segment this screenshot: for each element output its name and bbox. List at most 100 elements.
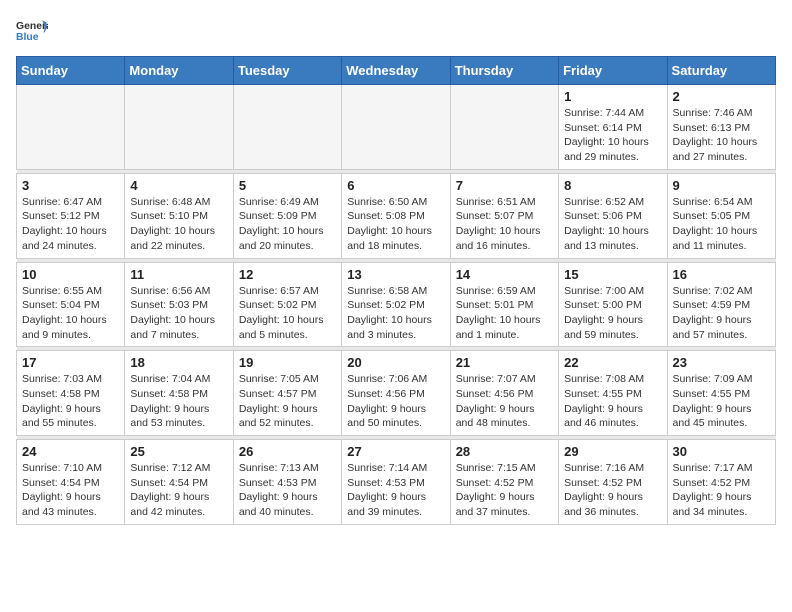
calendar-cell: 2 Sunrise: 7:46 AM Sunset: 6:13 PM Daylig… [667, 85, 775, 170]
day-info: Sunrise: 6:51 AM Sunset: 5:07 PM Dayligh… [456, 195, 553, 254]
calendar-cell: 1 Sunrise: 7:44 AM Sunset: 6:14 PM Daylig… [559, 85, 667, 170]
weekday-header-monday: Monday [125, 57, 233, 85]
calendar-cell: 8Sunrise: 6:52 AM Sunset: 5:06 PM Daylig… [559, 173, 667, 258]
day-info: Sunrise: 6:57 AM Sunset: 5:02 PM Dayligh… [239, 284, 336, 343]
day-number: 27 [347, 444, 444, 459]
calendar-cell: 13 Sunrise: 6:58 AM Sunset: 5:02 PM Dayli… [342, 262, 450, 347]
calendar-cell: 14Sunrise: 6:59 AM Sunset: 5:01 PM Dayli… [450, 262, 558, 347]
day-number: 29 [564, 444, 661, 459]
calendar-cell: 30Sunrise: 7:17 AM Sunset: 4:52 PM Dayli… [667, 440, 775, 525]
day-info: Sunrise: 7:00 AM Sunset: 5:00 PM Dayligh… [564, 284, 661, 343]
day-info: Sunrise: 7:05 AM Sunset: 4:57 PM Dayligh… [239, 372, 336, 431]
calendar-cell: 16 Sunrise: 7:02 AM Sunset: 4:59 PM Dayli… [667, 262, 775, 347]
day-info: Sunrise: 7:13 AM Sunset: 4:53 PM Dayligh… [239, 461, 336, 520]
day-info: Sunrise: 6:54 AM Sunset: 5:05 PM Dayligh… [673, 195, 770, 254]
day-info: Sunrise: 7:15 AM Sunset: 4:52 PM Dayligh… [456, 461, 553, 520]
calendar-cell: 24 Sunrise: 7:10 AM Sunset: 4:54 PM Dayli… [17, 440, 125, 525]
day-number: 16 [673, 267, 770, 282]
day-info: Sunrise: 7:04 AM Sunset: 4:58 PM Dayligh… [130, 372, 227, 431]
calendar-cell: 29 Sunrise: 7:16 AM Sunset: 4:52 PM Dayli… [559, 440, 667, 525]
day-info: Sunrise: 6:58 AM Sunset: 5:02 PM Dayligh… [347, 284, 444, 343]
calendar-cell [342, 85, 450, 170]
logo: General Blue [16, 16, 52, 48]
weekday-header-sunday: Sunday [17, 57, 125, 85]
day-number: 2 [673, 89, 770, 104]
day-number: 23 [673, 355, 770, 370]
day-number: 10 [22, 267, 119, 282]
day-info: Sunrise: 7:46 AM Sunset: 6:13 PM Dayligh… [673, 106, 770, 165]
calendar-cell: 22 Sunrise: 7:08 AM Sunset: 4:55 PM Dayli… [559, 351, 667, 436]
day-info: Sunrise: 7:09 AM Sunset: 4:55 PM Dayligh… [673, 372, 770, 431]
day-info: Sunrise: 7:07 AM Sunset: 4:56 PM Dayligh… [456, 372, 553, 431]
weekday-header-saturday: Saturday [667, 57, 775, 85]
weekday-header-wednesday: Wednesday [342, 57, 450, 85]
day-info: Sunrise: 7:02 AM Sunset: 4:59 PM Dayligh… [673, 284, 770, 343]
day-number: 21 [456, 355, 553, 370]
calendar-cell [233, 85, 341, 170]
calendar-cell: 4Sunrise: 6:48 AM Sunset: 5:10 PM Daylig… [125, 173, 233, 258]
day-info: Sunrise: 6:59 AM Sunset: 5:01 PM Dayligh… [456, 284, 553, 343]
svg-text:General: General [16, 21, 48, 32]
calendar-cell: 17 Sunrise: 7:03 AM Sunset: 4:58 PM Dayli… [17, 351, 125, 436]
calendar-cell: 27 Sunrise: 7:14 AM Sunset: 4:53 PM Dayli… [342, 440, 450, 525]
day-info: Sunrise: 7:03 AM Sunset: 4:58 PM Dayligh… [22, 372, 119, 431]
calendar-cell: 10 Sunrise: 6:55 AM Sunset: 5:04 PM Dayli… [17, 262, 125, 347]
day-number: 22 [564, 355, 661, 370]
calendar-cell: 19 Sunrise: 7:05 AM Sunset: 4:57 PM Dayli… [233, 351, 341, 436]
day-number: 26 [239, 444, 336, 459]
day-number: 24 [22, 444, 119, 459]
day-info: Sunrise: 7:08 AM Sunset: 4:55 PM Dayligh… [564, 372, 661, 431]
day-number: 7 [456, 178, 553, 193]
calendar-week-row: 17 Sunrise: 7:03 AM Sunset: 4:58 PM Dayli… [17, 351, 776, 436]
day-number: 5 [239, 178, 336, 193]
calendar-cell: 26 Sunrise: 7:13 AM Sunset: 4:53 PM Dayli… [233, 440, 341, 525]
day-number: 8 [564, 178, 661, 193]
calendar-cell: 5 Sunrise: 6:49 AM Sunset: 5:09 PM Daylig… [233, 173, 341, 258]
day-number: 6 [347, 178, 444, 193]
calendar-cell: 9 Sunrise: 6:54 AM Sunset: 5:05 PM Daylig… [667, 173, 775, 258]
logo-icon: General Blue [16, 16, 48, 48]
day-number: 11 [130, 267, 227, 282]
calendar-cell [125, 85, 233, 170]
calendar-cell [17, 85, 125, 170]
calendar-cell: 7 Sunrise: 6:51 AM Sunset: 5:07 PM Daylig… [450, 173, 558, 258]
day-info: Sunrise: 6:56 AM Sunset: 5:03 PM Dayligh… [130, 284, 227, 343]
day-info: Sunrise: 7:06 AM Sunset: 4:56 PM Dayligh… [347, 372, 444, 431]
weekday-header-row: SundayMondayTuesdayWednesdayThursdayFrid… [17, 57, 776, 85]
day-info: Sunrise: 7:14 AM Sunset: 4:53 PM Dayligh… [347, 461, 444, 520]
day-info: Sunrise: 7:16 AM Sunset: 4:52 PM Dayligh… [564, 461, 661, 520]
day-number: 19 [239, 355, 336, 370]
calendar-cell: 15 Sunrise: 7:00 AM Sunset: 5:00 PM Dayli… [559, 262, 667, 347]
weekday-header-tuesday: Tuesday [233, 57, 341, 85]
calendar-cell: 18 Sunrise: 7:04 AM Sunset: 4:58 PM Dayli… [125, 351, 233, 436]
weekday-header-thursday: Thursday [450, 57, 558, 85]
day-info: Sunrise: 6:47 AM Sunset: 5:12 PM Dayligh… [22, 195, 119, 254]
weekday-header-friday: Friday [559, 57, 667, 85]
calendar-week-row: 3 Sunrise: 6:47 AM Sunset: 5:12 PM Daylig… [17, 173, 776, 258]
day-number: 30 [673, 444, 770, 459]
day-info: Sunrise: 6:50 AM Sunset: 5:08 PM Dayligh… [347, 195, 444, 254]
day-info: Sunrise: 7:10 AM Sunset: 4:54 PM Dayligh… [22, 461, 119, 520]
day-number: 18 [130, 355, 227, 370]
calendar-cell [450, 85, 558, 170]
day-number: 9 [673, 178, 770, 193]
day-number: 15 [564, 267, 661, 282]
page-header: General Blue [16, 16, 776, 48]
day-number: 4 [130, 178, 227, 193]
calendar-cell: 6 Sunrise: 6:50 AM Sunset: 5:08 PM Daylig… [342, 173, 450, 258]
calendar-cell: 25Sunrise: 7:12 AM Sunset: 4:54 PM Dayli… [125, 440, 233, 525]
day-info: Sunrise: 7:44 AM Sunset: 6:14 PM Dayligh… [564, 106, 661, 165]
day-info: Sunrise: 6:49 AM Sunset: 5:09 PM Dayligh… [239, 195, 336, 254]
calendar-cell: 12Sunrise: 6:57 AM Sunset: 5:02 PM Dayli… [233, 262, 341, 347]
day-number: 1 [564, 89, 661, 104]
day-info: Sunrise: 6:55 AM Sunset: 5:04 PM Dayligh… [22, 284, 119, 343]
calendar-week-row: 10 Sunrise: 6:55 AM Sunset: 5:04 PM Dayli… [17, 262, 776, 347]
calendar-week-row: 24 Sunrise: 7:10 AM Sunset: 4:54 PM Dayli… [17, 440, 776, 525]
day-number: 13 [347, 267, 444, 282]
calendar-cell: 21 Sunrise: 7:07 AM Sunset: 4:56 PM Dayli… [450, 351, 558, 436]
calendar-cell: 23 Sunrise: 7:09 AM Sunset: 4:55 PM Dayli… [667, 351, 775, 436]
day-number: 25 [130, 444, 227, 459]
day-number: 17 [22, 355, 119, 370]
calendar-cell: 28Sunrise: 7:15 AM Sunset: 4:52 PM Dayli… [450, 440, 558, 525]
day-number: 3 [22, 178, 119, 193]
